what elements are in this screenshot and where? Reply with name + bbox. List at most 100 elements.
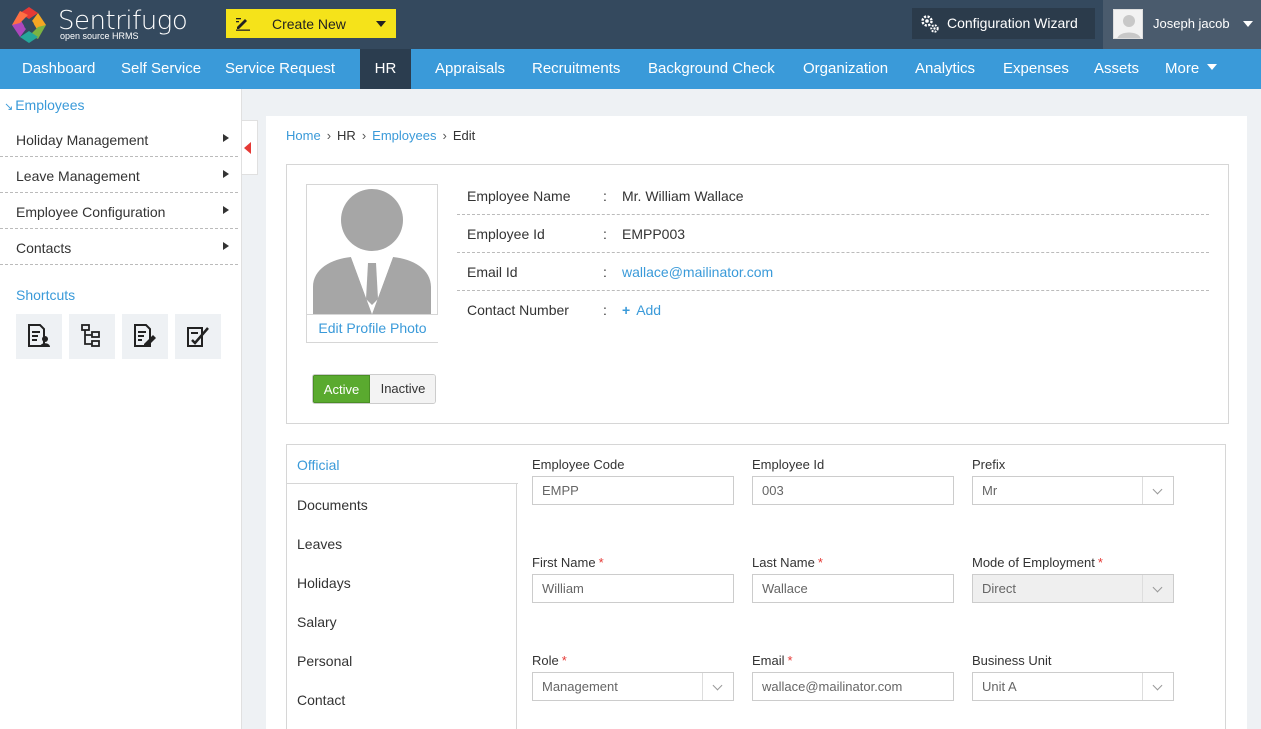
- nav-expenses[interactable]: Expenses: [1003, 49, 1069, 89]
- breadcrumb-hr: HR: [337, 128, 356, 143]
- chevron-down-icon: [1142, 477, 1173, 504]
- tab-label: Personal: [297, 653, 353, 669]
- first-name-input[interactable]: William: [532, 574, 734, 603]
- field-label-text: Email: [752, 653, 785, 668]
- tab-label: Leaves: [297, 536, 343, 552]
- sentrifugo-logo-icon: [12, 7, 46, 43]
- info-label: Employee Name: [467, 188, 571, 204]
- nav-more[interactable]: More: [1165, 49, 1218, 89]
- required-mark: *: [561, 653, 567, 668]
- nav-dashboard[interactable]: Dashboard: [22, 49, 95, 89]
- employee-name-value: Mr. William Wallace: [622, 188, 744, 204]
- employee-code-input[interactable]: EMPP: [532, 476, 734, 505]
- nav-service-request[interactable]: Service Request: [225, 49, 335, 89]
- checklist-icon: [187, 327, 209, 347]
- info-colon: :: [603, 188, 607, 204]
- nav-analytics[interactable]: Analytics: [915, 49, 975, 89]
- nav-self-service[interactable]: Self Service: [121, 49, 201, 89]
- tab-holidays[interactable]: Holidays: [287, 563, 517, 602]
- required-mark: *: [1097, 555, 1103, 570]
- sidebar-item-holiday-management[interactable]: Holiday Management: [0, 121, 238, 157]
- status-inactive-button[interactable]: Inactive: [370, 375, 435, 403]
- sidebar-item-label: Employee Configuration: [16, 204, 166, 220]
- field-label: Prefix: [972, 457, 1006, 472]
- breadcrumb-separator: ›: [326, 128, 332, 143]
- shortcut-edit-document[interactable]: [122, 314, 168, 359]
- field-label: Role *: [532, 653, 567, 668]
- shortcut-checklist[interactable]: [175, 314, 221, 359]
- main-nav: Dashboard Self Service Service Request H…: [0, 49, 1261, 89]
- arrow-down-right-icon: ↘: [4, 101, 14, 113]
- email-link[interactable]: wallace@mailinator.com: [622, 264, 773, 280]
- breadcrumb-home[interactable]: Home: [286, 128, 321, 143]
- nav-appraisals[interactable]: Appraisals: [435, 49, 505, 89]
- gears-icon: [921, 15, 939, 33]
- edit-doc-icon: [134, 324, 156, 347]
- nav-hr[interactable]: HR: [360, 49, 411, 89]
- chevron-down-icon: [702, 673, 733, 700]
- status-active-button[interactable]: Active: [313, 375, 370, 403]
- avatar: [1113, 9, 1143, 39]
- email-input[interactable]: wallace@mailinator.com: [752, 672, 954, 701]
- breadcrumb-employees[interactable]: Employees: [372, 128, 436, 143]
- chevron-down-icon: [1142, 673, 1173, 700]
- nav-organization[interactable]: Organization: [803, 49, 888, 89]
- sidebar-item-label: Leave Management: [16, 168, 140, 184]
- sidebar-item-employee-configuration[interactable]: Employee Configuration: [0, 193, 238, 229]
- info-label: Email Id: [467, 264, 518, 280]
- sidebar: ↘ Employees Holiday Management Leave Mana…: [0, 89, 242, 729]
- caret-down-icon: [1207, 64, 1218, 71]
- info-colon: :: [603, 302, 607, 318]
- field-label: First Name *: [532, 555, 604, 570]
- breadcrumb-separator: ›: [442, 128, 447, 143]
- configuration-wizard-button[interactable]: Configuration Wizard: [912, 8, 1095, 39]
- sidebar-collapse-toggle[interactable]: [242, 120, 258, 175]
- employee-name-row: Employee Name : Mr. William Wallace: [457, 177, 1209, 215]
- field-label-text: Last Name: [752, 555, 815, 570]
- tab-personal[interactable]: Personal: [287, 641, 517, 680]
- chevron-down-icon: [1142, 575, 1173, 602]
- shortcuts-heading: Shortcuts: [16, 287, 76, 303]
- tab-leaves[interactable]: Leaves: [287, 524, 517, 563]
- nav-assets[interactable]: Assets: [1094, 49, 1139, 89]
- app-logo[interactable]: Sentrifugo open source HRMS: [8, 3, 208, 45]
- employee-id-input[interactable]: 003: [752, 476, 954, 505]
- org-tree-icon: [81, 324, 100, 347]
- edit-profile-photo-link[interactable]: Edit Profile Photo: [307, 314, 438, 342]
- tab-official[interactable]: Official: [287, 445, 518, 484]
- email-id-row: Email Id : wallace@mailinator.com: [457, 253, 1209, 291]
- nav-recruitments[interactable]: Recruitments: [532, 49, 620, 89]
- chevron-down-icon: [376, 21, 386, 27]
- field-label: Last Name *: [752, 555, 823, 570]
- create-new-label: Create New: [272, 16, 346, 32]
- field-label: Business Unit: [972, 653, 1052, 668]
- caret-right-icon: [223, 134, 229, 142]
- tab-documents[interactable]: Documents: [287, 485, 517, 524]
- create-new-button[interactable]: Create New: [226, 9, 396, 38]
- sidebar-item-leave-management[interactable]: Leave Management: [0, 157, 238, 193]
- configuration-wizard-label: Configuration Wizard: [947, 15, 1078, 31]
- add-contact-link[interactable]: + Add: [622, 302, 661, 318]
- chevron-down-icon: [1243, 21, 1253, 27]
- caret-right-icon: [223, 242, 229, 250]
- nav-more-label: More: [1165, 60, 1200, 77]
- nav-background-check[interactable]: Background Check: [648, 49, 775, 89]
- field-label-text: Role: [532, 653, 559, 668]
- shortcut-employee-list[interactable]: [16, 314, 62, 359]
- tab-salary[interactable]: Salary: [287, 602, 517, 641]
- employee-id-row: Employee Id : EMPP003: [457, 215, 1209, 253]
- plus-icon: +: [622, 302, 631, 318]
- sidebar-item-contacts[interactable]: Contacts: [0, 229, 238, 265]
- user-menu[interactable]: Joseph jacob: [1103, 0, 1261, 49]
- sidebar-heading[interactable]: ↘ Employees: [4, 97, 84, 113]
- info-colon: :: [603, 226, 607, 242]
- tab-contact[interactable]: Contact: [287, 680, 517, 719]
- caret-left-icon: [244, 142, 251, 154]
- info-colon: :: [603, 264, 607, 280]
- employee-id-value: EMPP003: [622, 226, 686, 242]
- tab-label: Holidays: [297, 575, 351, 591]
- shortcut-org-tree[interactable]: [69, 314, 115, 359]
- tab-label: Documents: [297, 497, 368, 513]
- user-avatar-icon: [1117, 15, 1141, 38]
- last-name-input[interactable]: Wallace: [752, 574, 954, 603]
